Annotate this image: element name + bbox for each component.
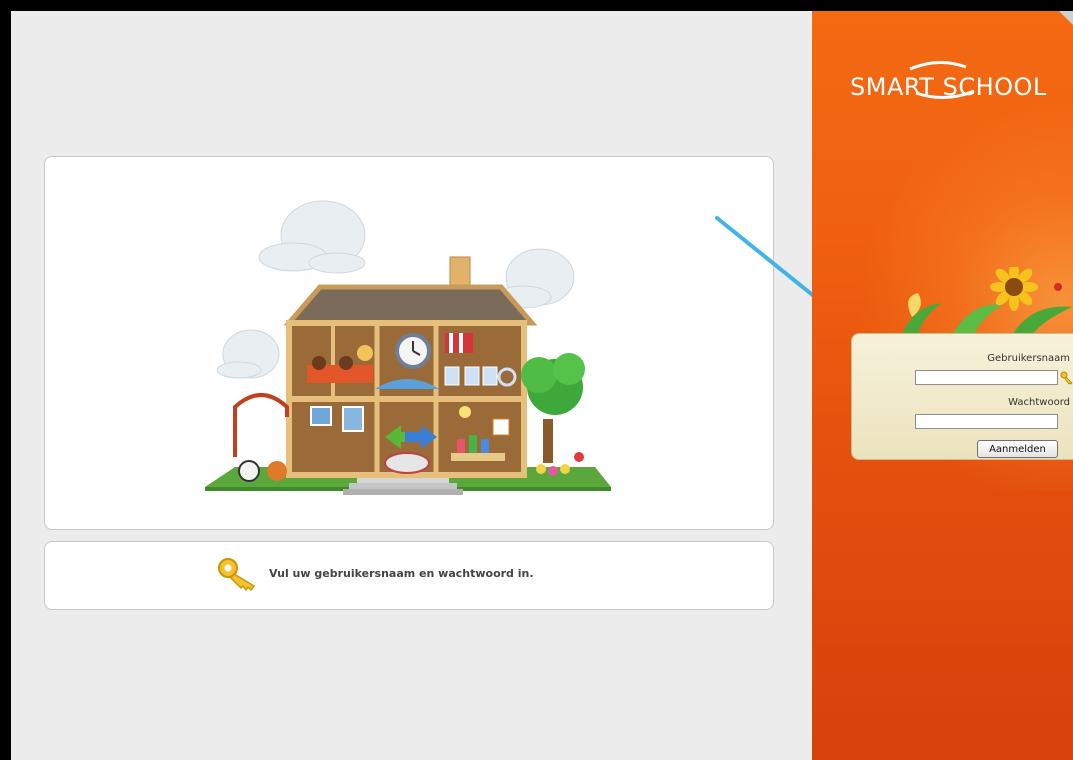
- password-label: Wachtwoord: [1008, 397, 1070, 408]
- page-corner: [1059, 11, 1073, 25]
- username-label: Gebruikersnaam: [987, 353, 1070, 364]
- login-form: Gebruikersnaam Wachtwoord Aanmelden: [851, 333, 1073, 460]
- key-small-icon[interactable]: [1060, 371, 1073, 385]
- password-input[interactable]: [915, 414, 1058, 429]
- school-house-illustration: [205, 200, 611, 495]
- logo-swoosh-icon: [909, 61, 975, 99]
- message-card: Vul uw gebruikersnaam en wachtwoord in.: [44, 541, 774, 610]
- page: Vul uw gebruikersnaam en wachtwoord in. …: [11, 11, 1073, 760]
- username-input[interactable]: [915, 370, 1058, 385]
- sunflower-decoration: [902, 267, 1072, 335]
- brand-logo: SMART SCHOOL: [850, 61, 1047, 101]
- login-button[interactable]: Aanmelden: [977, 440, 1058, 458]
- side-panel: SMART SCHOOL Gebruikersnaam Wachtwoord A…: [812, 11, 1073, 760]
- instruction-message: Vul uw gebruikersnaam en wachtwoord in.: [269, 567, 534, 580]
- hero-card: [44, 156, 774, 530]
- key-icon: [218, 558, 256, 591]
